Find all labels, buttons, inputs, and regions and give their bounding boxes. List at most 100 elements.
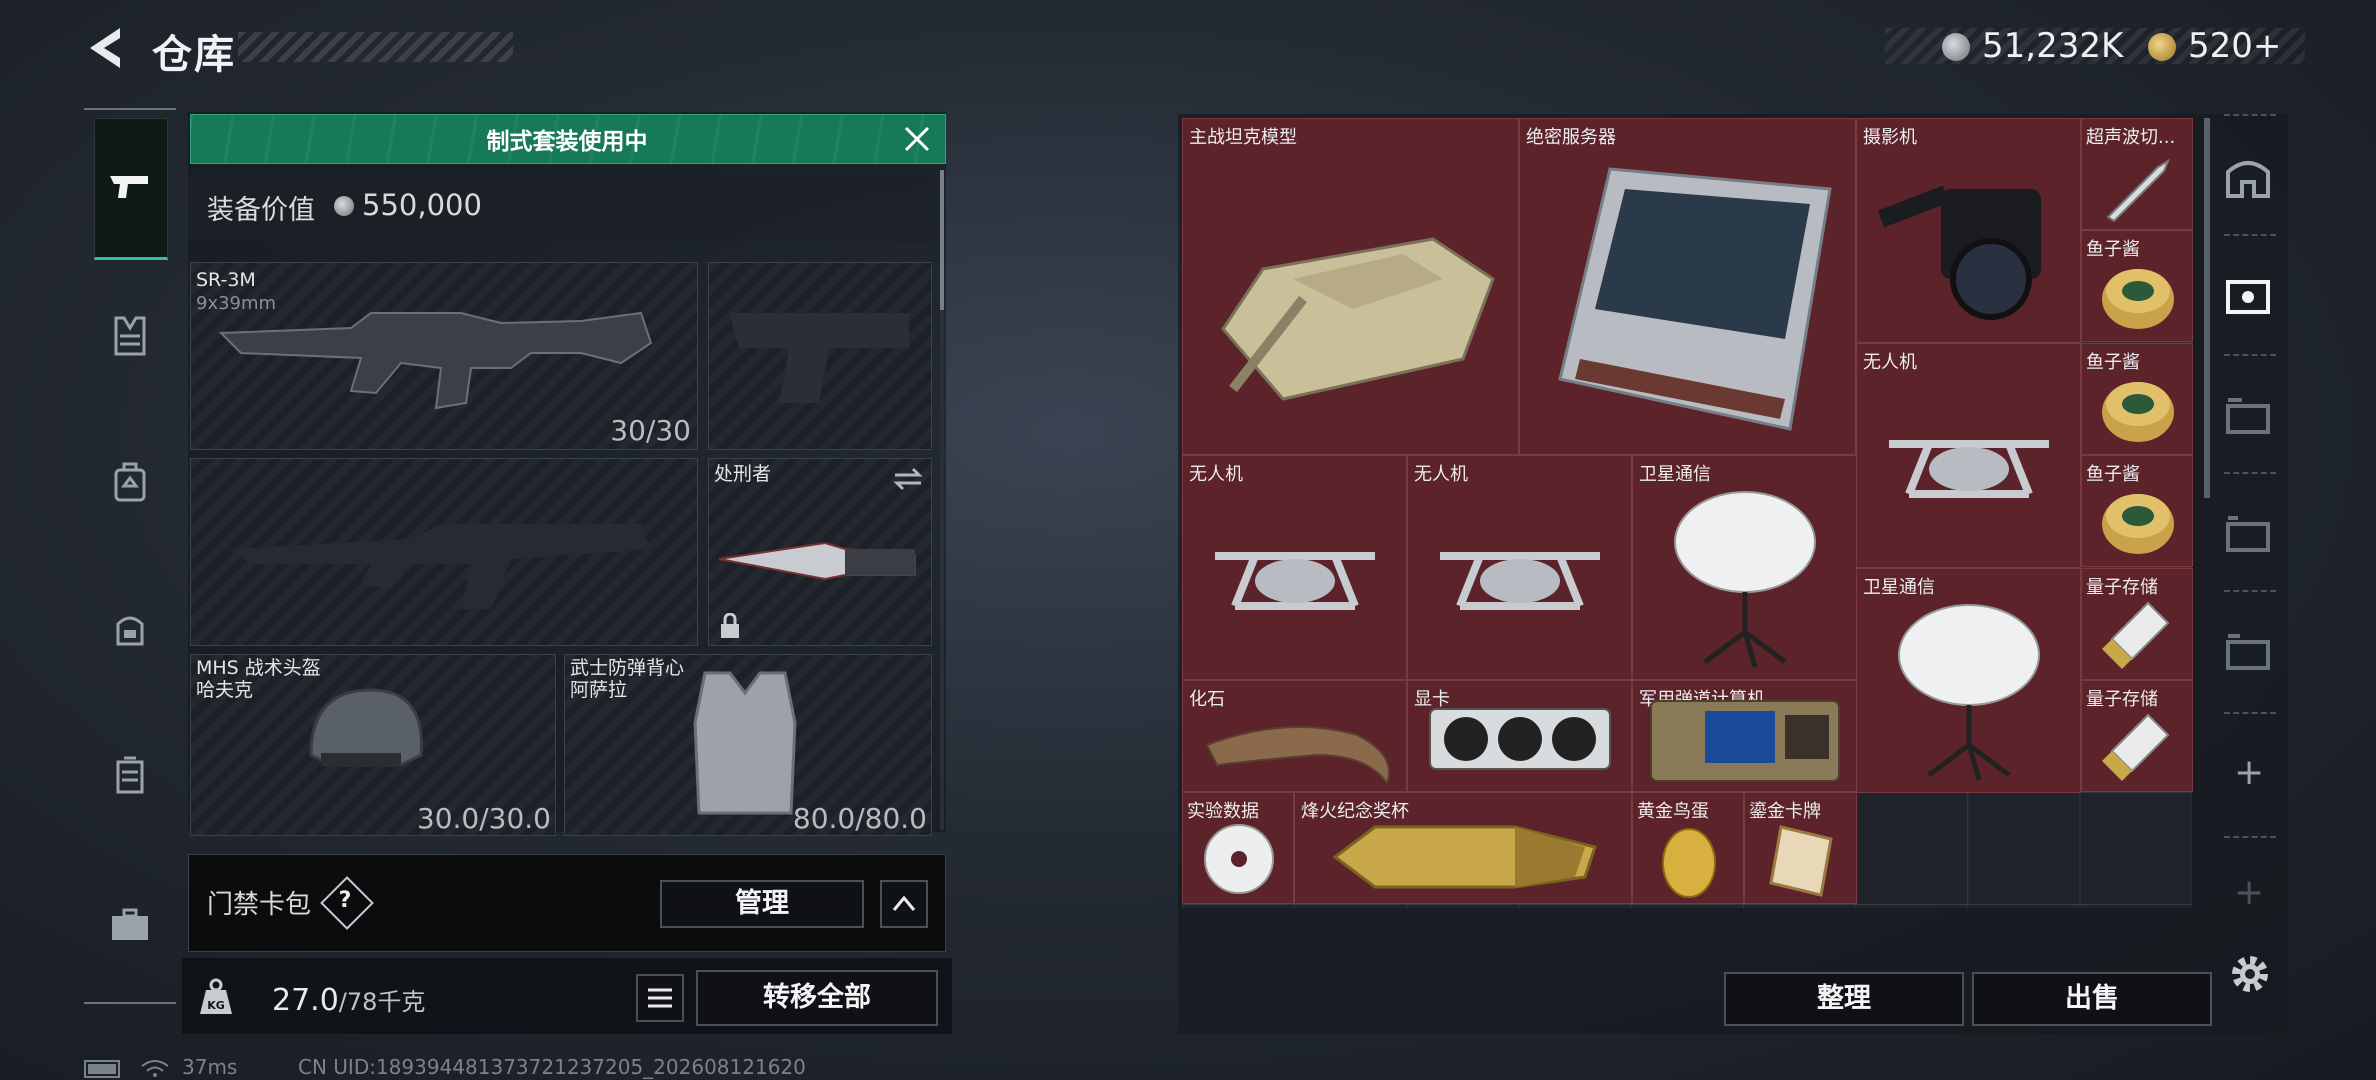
stash-item[interactable]: 无人机 (1407, 455, 1632, 680)
stash-item[interactable]: 军用弹道计算机 (1632, 680, 1857, 792)
coin-icon (334, 196, 354, 216)
backpack-icon[interactable] (106, 458, 154, 506)
chevron-up-icon (892, 895, 916, 911)
stash-item[interactable]: 卫星通信 (1632, 455, 1857, 680)
premium-currency-amount[interactable]: 520+ (2188, 26, 2281, 66)
stash-item[interactable]: 黄金鸟蛋 (1632, 792, 1744, 904)
access-card-pack-label: 门禁卡包 (207, 890, 312, 920)
item-name: 无人机 (1414, 464, 1468, 485)
sort-button[interactable]: 整理 (1724, 972, 1964, 1026)
briefcase-icon[interactable] (106, 900, 154, 948)
loadout-banner-text: 制式套装使用中 (486, 129, 648, 155)
weight-icon: KG (200, 978, 232, 1014)
warehouse-icon[interactable] (2222, 152, 2274, 204)
armor-durability: 80.0/80.0 (792, 802, 927, 835)
usb-drive-icon (2102, 713, 2170, 781)
helmet-slot[interactable]: MHS 战术头盔 哈夫克 30.0/30.0 (190, 654, 556, 836)
close-icon[interactable] (902, 124, 932, 154)
stash-item[interactable]: 鎏金卡牌 (1744, 792, 1857, 904)
right-nav-divider (2224, 114, 2276, 118)
stash-item[interactable]: 主战坦克模型 (1182, 118, 1519, 455)
weight-current: 27.0/78千克 (272, 982, 425, 1018)
vest-icon (693, 671, 797, 815)
rifle-silhouette-icon (231, 524, 651, 609)
stash-crate-2-icon[interactable] (2222, 508, 2274, 560)
help-icon[interactable]: ? (328, 884, 362, 918)
right-nav-divider (2224, 712, 2276, 716)
title-decoration (238, 32, 513, 62)
transfer-all-button[interactable]: 转移全部 (696, 970, 938, 1026)
helmet-brand: 哈夫克 (196, 679, 254, 701)
stash-item[interactable]: 鱼子酱 (2081, 455, 2193, 567)
secondary-weapon-slot[interactable] (190, 458, 698, 646)
back-arrow-icon[interactable] (84, 24, 128, 72)
primary-weapon-ammo: 30/30 (610, 414, 691, 447)
stash-item[interactable]: 化石 (1182, 680, 1407, 792)
swap-icon[interactable] (893, 467, 923, 491)
stash-item[interactable]: 绝密服务器 (1519, 118, 1856, 455)
list-icon (648, 988, 672, 1008)
stash-item[interactable]: 量子存储 (2081, 680, 2193, 792)
right-nav-divider (2224, 590, 2276, 594)
drone-icon (1889, 440, 2049, 498)
stash-crate-icon[interactable] (2222, 270, 2274, 322)
stash-item[interactable]: 实验数据 (1182, 792, 1294, 904)
armor-brand: 阿萨拉 (570, 679, 628, 701)
add-currency-button[interactable]: + (2253, 26, 2282, 66)
helmet-durability: 30.0/30.0 (416, 802, 551, 835)
right-nav-divider (2224, 836, 2276, 840)
list-view-button[interactable] (636, 974, 684, 1022)
stash-crate-3-icon[interactable] (2222, 626, 2274, 678)
stash-item[interactable]: 鱼子酱 (2081, 230, 2193, 342)
body-armor-slot[interactable]: 武士防弹背心 阿萨拉 80.0/80.0 (564, 654, 932, 836)
stash-item[interactable]: 摄影机 (1856, 118, 2081, 343)
currency-amount: 51,232K (1982, 26, 2124, 66)
svg-text:KG: KG (207, 999, 225, 1012)
caviar-icon (2102, 269, 2174, 329)
right-nav-divider (2224, 234, 2276, 238)
pistol-slot[interactable] (708, 262, 932, 450)
stash-item[interactable]: 无人机 (1856, 343, 2081, 568)
item-name: 超声波切... (2086, 127, 2176, 148)
primary-weapon-slot[interactable]: SR-3M 9x39mm 30/30 (190, 262, 698, 450)
stash-item[interactable]: 无人机 (1182, 455, 1407, 680)
stash-item[interactable]: 显卡 (1407, 680, 1632, 792)
caviar-icon (2102, 382, 2174, 442)
gold-coin-icon (2148, 33, 2176, 61)
collapse-button[interactable] (880, 880, 928, 928)
stash-item[interactable]: 卫星通信 (1856, 568, 2081, 793)
item-name: 主战坦克模型 (1189, 127, 1297, 148)
page-title: 仓库 (152, 32, 236, 78)
drone-icon (1215, 552, 1375, 610)
sell-button[interactable]: 出售 (1972, 972, 2212, 1026)
melee-slot[interactable]: 处刑者 (708, 458, 932, 646)
bag-icon[interactable] (106, 604, 154, 652)
manage-button[interactable]: 管理 (660, 880, 864, 928)
knife-icon (718, 541, 916, 581)
fossil-icon (1205, 726, 1390, 785)
gear-icon[interactable] (2226, 950, 2274, 998)
armor-icon[interactable] (106, 312, 154, 360)
scalpel-icon (2106, 158, 2171, 223)
item-name: 无人机 (1863, 352, 1917, 373)
stash-item[interactable]: 量子存储 (2081, 568, 2193, 680)
caviar-icon (2102, 494, 2174, 554)
nav-divider-bottom (84, 1002, 176, 1004)
usb-drive-icon (2102, 601, 2170, 669)
gilded-card-icon (1769, 825, 1833, 897)
pistol-icon[interactable] (106, 164, 154, 212)
satellite-dish-icon (1674, 491, 1816, 668)
uid-text: CN UID:18939448137372123720​5_2026081216… (298, 1055, 806, 1079)
add-stash-button[interactable]: + (2234, 752, 2264, 793)
stash-item[interactable]: 超声波切... (2081, 118, 2193, 230)
stash-item[interactable]: 烽火纪念奖杯 (1294, 792, 1632, 904)
stash-crate-4-icon[interactable] (2222, 390, 2274, 442)
stash-item[interactable]: 鱼子酱 (2081, 343, 2193, 455)
case-icon[interactable] (106, 750, 154, 798)
armor-name: 武士防弹背心 (570, 657, 685, 679)
ballistic-computer-icon (1650, 700, 1840, 782)
nav-divider-top (84, 108, 176, 110)
add-stash-button-2[interactable]: + (2234, 872, 2264, 913)
stash-scrollbar[interactable] (2204, 118, 2210, 498)
loadout-scroll-thumb[interactable] (940, 170, 944, 310)
